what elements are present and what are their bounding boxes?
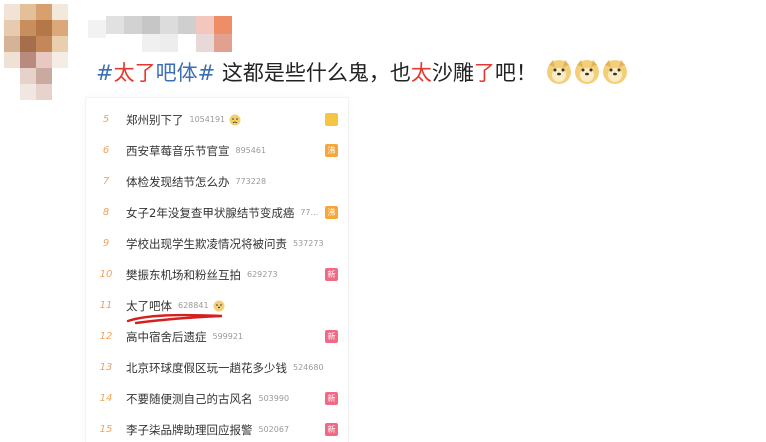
- hot-search-count: 628841: [178, 301, 209, 310]
- hot-search-row[interactable]: 5 郑州别下了 1054191: [86, 104, 348, 135]
- hot-search-row[interactable]: 8 女子2年没复查甲状腺结节变成癌 77... 沸: [86, 197, 348, 228]
- badge: [325, 113, 338, 126]
- hot-search-title: 高中宿舍后遗症: [126, 329, 207, 344]
- new-badge: 新: [325, 392, 338, 405]
- rank-number: 14: [99, 393, 113, 404]
- hot-search-count: 537273: [293, 239, 324, 248]
- rank-number: 6: [102, 145, 110, 156]
- rank-number: 13: [99, 362, 113, 373]
- hot-search-title: 西安草莓音乐节官宣: [126, 143, 230, 158]
- hot-search-count: 1054191: [189, 115, 226, 124]
- hot-search-title: 学校出现学生欺凌情况将被问责: [126, 236, 287, 251]
- rank-number: 5: [102, 114, 110, 125]
- hot-search-row[interactable]: 13 北京环球度假区玩一趟花多少钱 524680: [86, 352, 348, 383]
- rank-number: 15: [99, 424, 113, 435]
- hot-search-row[interactable]: 7 体检发现结节怎么办 773228: [86, 166, 348, 197]
- hot-search-title: 体检发现结节怎么办: [126, 174, 230, 189]
- username[interactable]: [88, 16, 238, 54]
- sad-face-emoji: [229, 114, 241, 125]
- rank-number: 8: [102, 207, 110, 218]
- hot-badge: 沸: [325, 206, 338, 219]
- hot-search-title: 不要随便测自己的古风名: [126, 391, 253, 406]
- hot-search-count: 629273: [247, 270, 278, 279]
- hot-search-screenshot[interactable]: 5 郑州别下了 1054191 6 西安草莓音乐节官宣 895461 沸 7 体…: [86, 98, 348, 442]
- hot-search-title: 女子2年没复查甲状腺结节变成癌: [126, 205, 295, 220]
- post-text: #太了吧体# 这都是些什么鬼，也太沙雕了吧！: [96, 56, 756, 90]
- rank-number: 10: [99, 269, 113, 280]
- doge-emoji: [546, 60, 571, 84]
- hot-search-count: 895461: [235, 146, 267, 155]
- rank-number: 11: [99, 300, 113, 311]
- hot-search-title: 北京环球度假区玩一趟花多少钱: [126, 360, 287, 375]
- red-underline: [126, 313, 223, 325]
- hot-search-title: 樊振东机场和粉丝互拍: [126, 267, 241, 282]
- rank-number: 7: [102, 176, 110, 187]
- hot-search-row[interactable]: 12 高中宿舍后遗症 599921 新: [86, 321, 348, 352]
- new-badge: 新: [325, 268, 338, 281]
- hot-search-count: 502067: [258, 425, 290, 434]
- hot-search-row[interactable]: 15 李子柒品牌助理回应报警 502067 新: [86, 414, 348, 442]
- hot-search-count: 599921: [212, 332, 244, 341]
- new-badge: 新: [325, 423, 338, 436]
- new-badge: 新: [325, 330, 338, 343]
- hot-search-row[interactable]: 6 西安草莓音乐节官宣 895461 沸: [86, 135, 348, 166]
- hot-search-count: 524680: [293, 363, 324, 372]
- hot-search-title: 李子柒品牌助理回应报警: [126, 422, 253, 437]
- topic-link[interactable]: #太了吧体#: [96, 61, 215, 85]
- hot-search-title: 郑州别下了: [126, 112, 184, 127]
- hot-search-row[interactable]: 14 不要随便测自己的古风名 503990 新: [86, 383, 348, 414]
- doge-emoji: [574, 60, 599, 84]
- hot-search-row[interactable]: 10 樊振东机场和粉丝互拍 629273 新: [86, 259, 348, 290]
- hot-search-count: 77...: [300, 208, 319, 217]
- doge-emoji: [602, 60, 627, 84]
- hot-search-row[interactable]: 9 学校出现学生欺凌情况将被问责 537273: [86, 228, 348, 259]
- rank-number: 12: [99, 331, 113, 342]
- hot-search-count: 773228: [235, 177, 267, 186]
- rank-number: 9: [102, 238, 110, 249]
- hot-badge: 沸: [325, 144, 338, 157]
- doge-emoji: [213, 300, 225, 311]
- avatar[interactable]: [4, 4, 76, 116]
- hot-search-count: 503990: [258, 394, 290, 403]
